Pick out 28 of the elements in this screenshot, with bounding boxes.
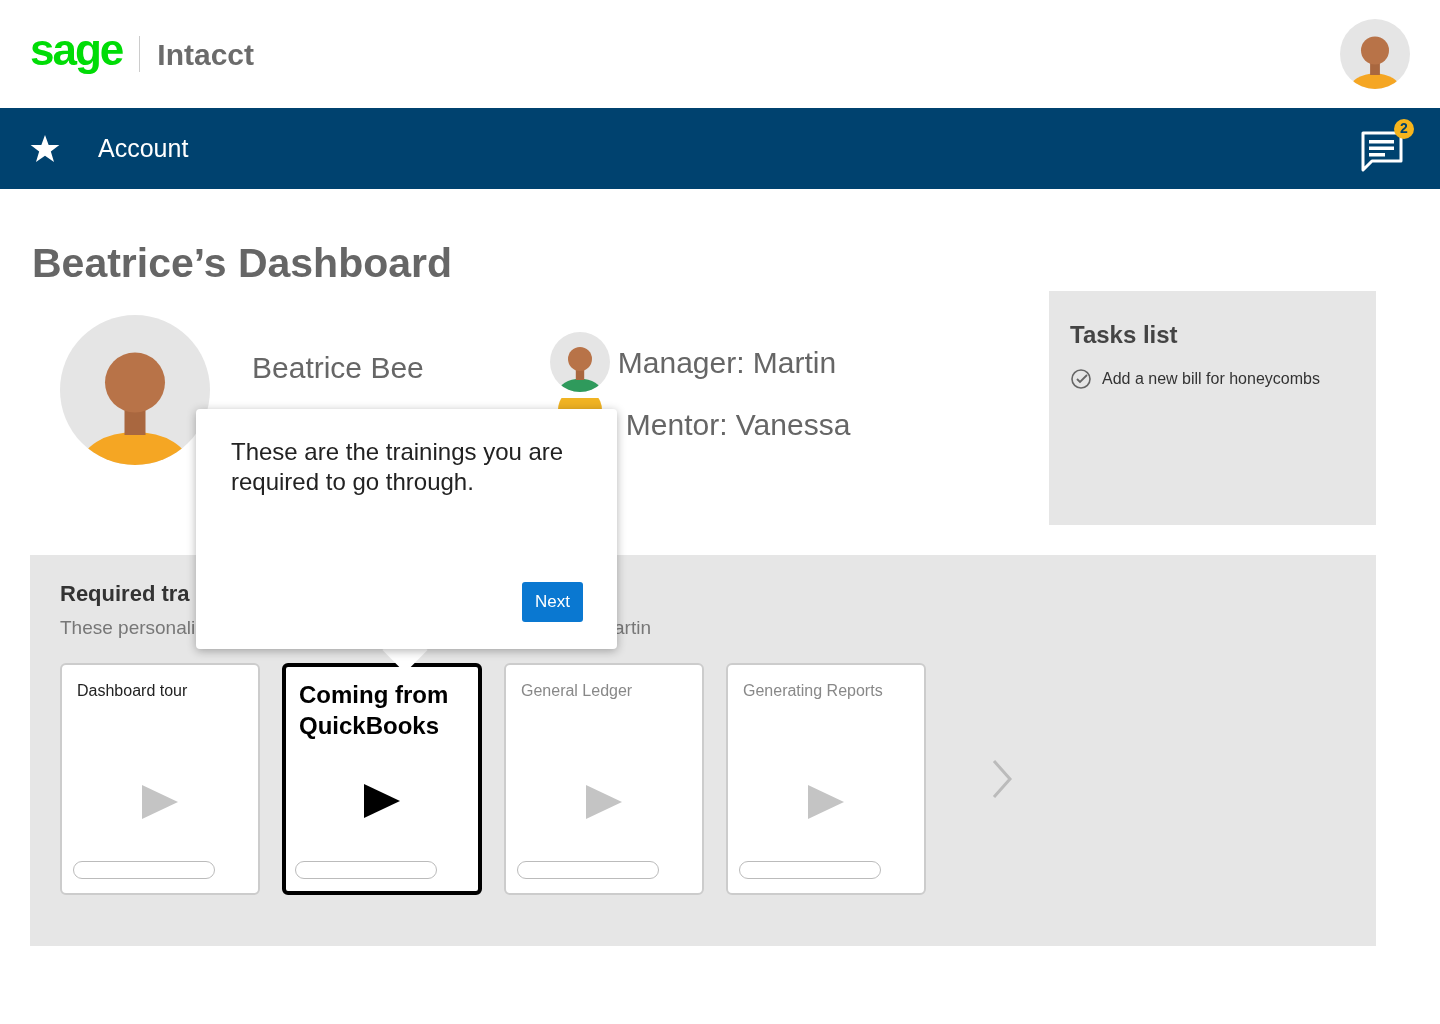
- user-avatar: [1340, 19, 1410, 89]
- manager-label: Manager: Martin: [617, 344, 837, 381]
- card-title: Generating Reports: [743, 680, 884, 701]
- trainings-title: Required tra: [60, 580, 190, 608]
- tasks-title: Tasks list: [1070, 320, 1179, 350]
- popover-text: These are the trainings you are required to go through.: [231, 437, 565, 497]
- training-card[interactable]: General Ledger: [504, 662, 704, 895]
- trainings-subtitle: These personali: [60, 616, 197, 640]
- training-card[interactable]: Dashboard tour: [60, 662, 260, 895]
- card-title: General Ledger: [521, 680, 634, 701]
- task-item[interactable]: Add a new bill for honeycombs: [1102, 367, 1320, 391]
- card-title: Dashboard tour: [77, 680, 189, 701]
- product-name: Intacct: [157, 36, 254, 73]
- training-card[interactable]: Generating Reports: [726, 662, 926, 895]
- card-title: Coming from QuickBooks: [299, 679, 450, 741]
- mentor-label: Mentor: Vanessa: [625, 407, 851, 443]
- notification-badge: 2: [1394, 118, 1414, 139]
- profile-name: Beatrice Bee: [252, 350, 424, 386]
- manager-avatar: [549, 332, 610, 392]
- nav-title: Account: [98, 132, 189, 164]
- chevron-right-icon[interactable]: [990, 758, 1014, 799]
- next-button[interactable]: Next: [522, 582, 583, 622]
- check-circle-icon: [1070, 368, 1092, 390]
- logo: sage: [30, 28, 123, 76]
- page-title: Beatrice’s Dashboard: [32, 239, 454, 287]
- play-icon[interactable]: [363, 782, 401, 819]
- training-card[interactable]: Coming from QuickBooks: [282, 662, 482, 895]
- star-icon[interactable]: [30, 134, 60, 163]
